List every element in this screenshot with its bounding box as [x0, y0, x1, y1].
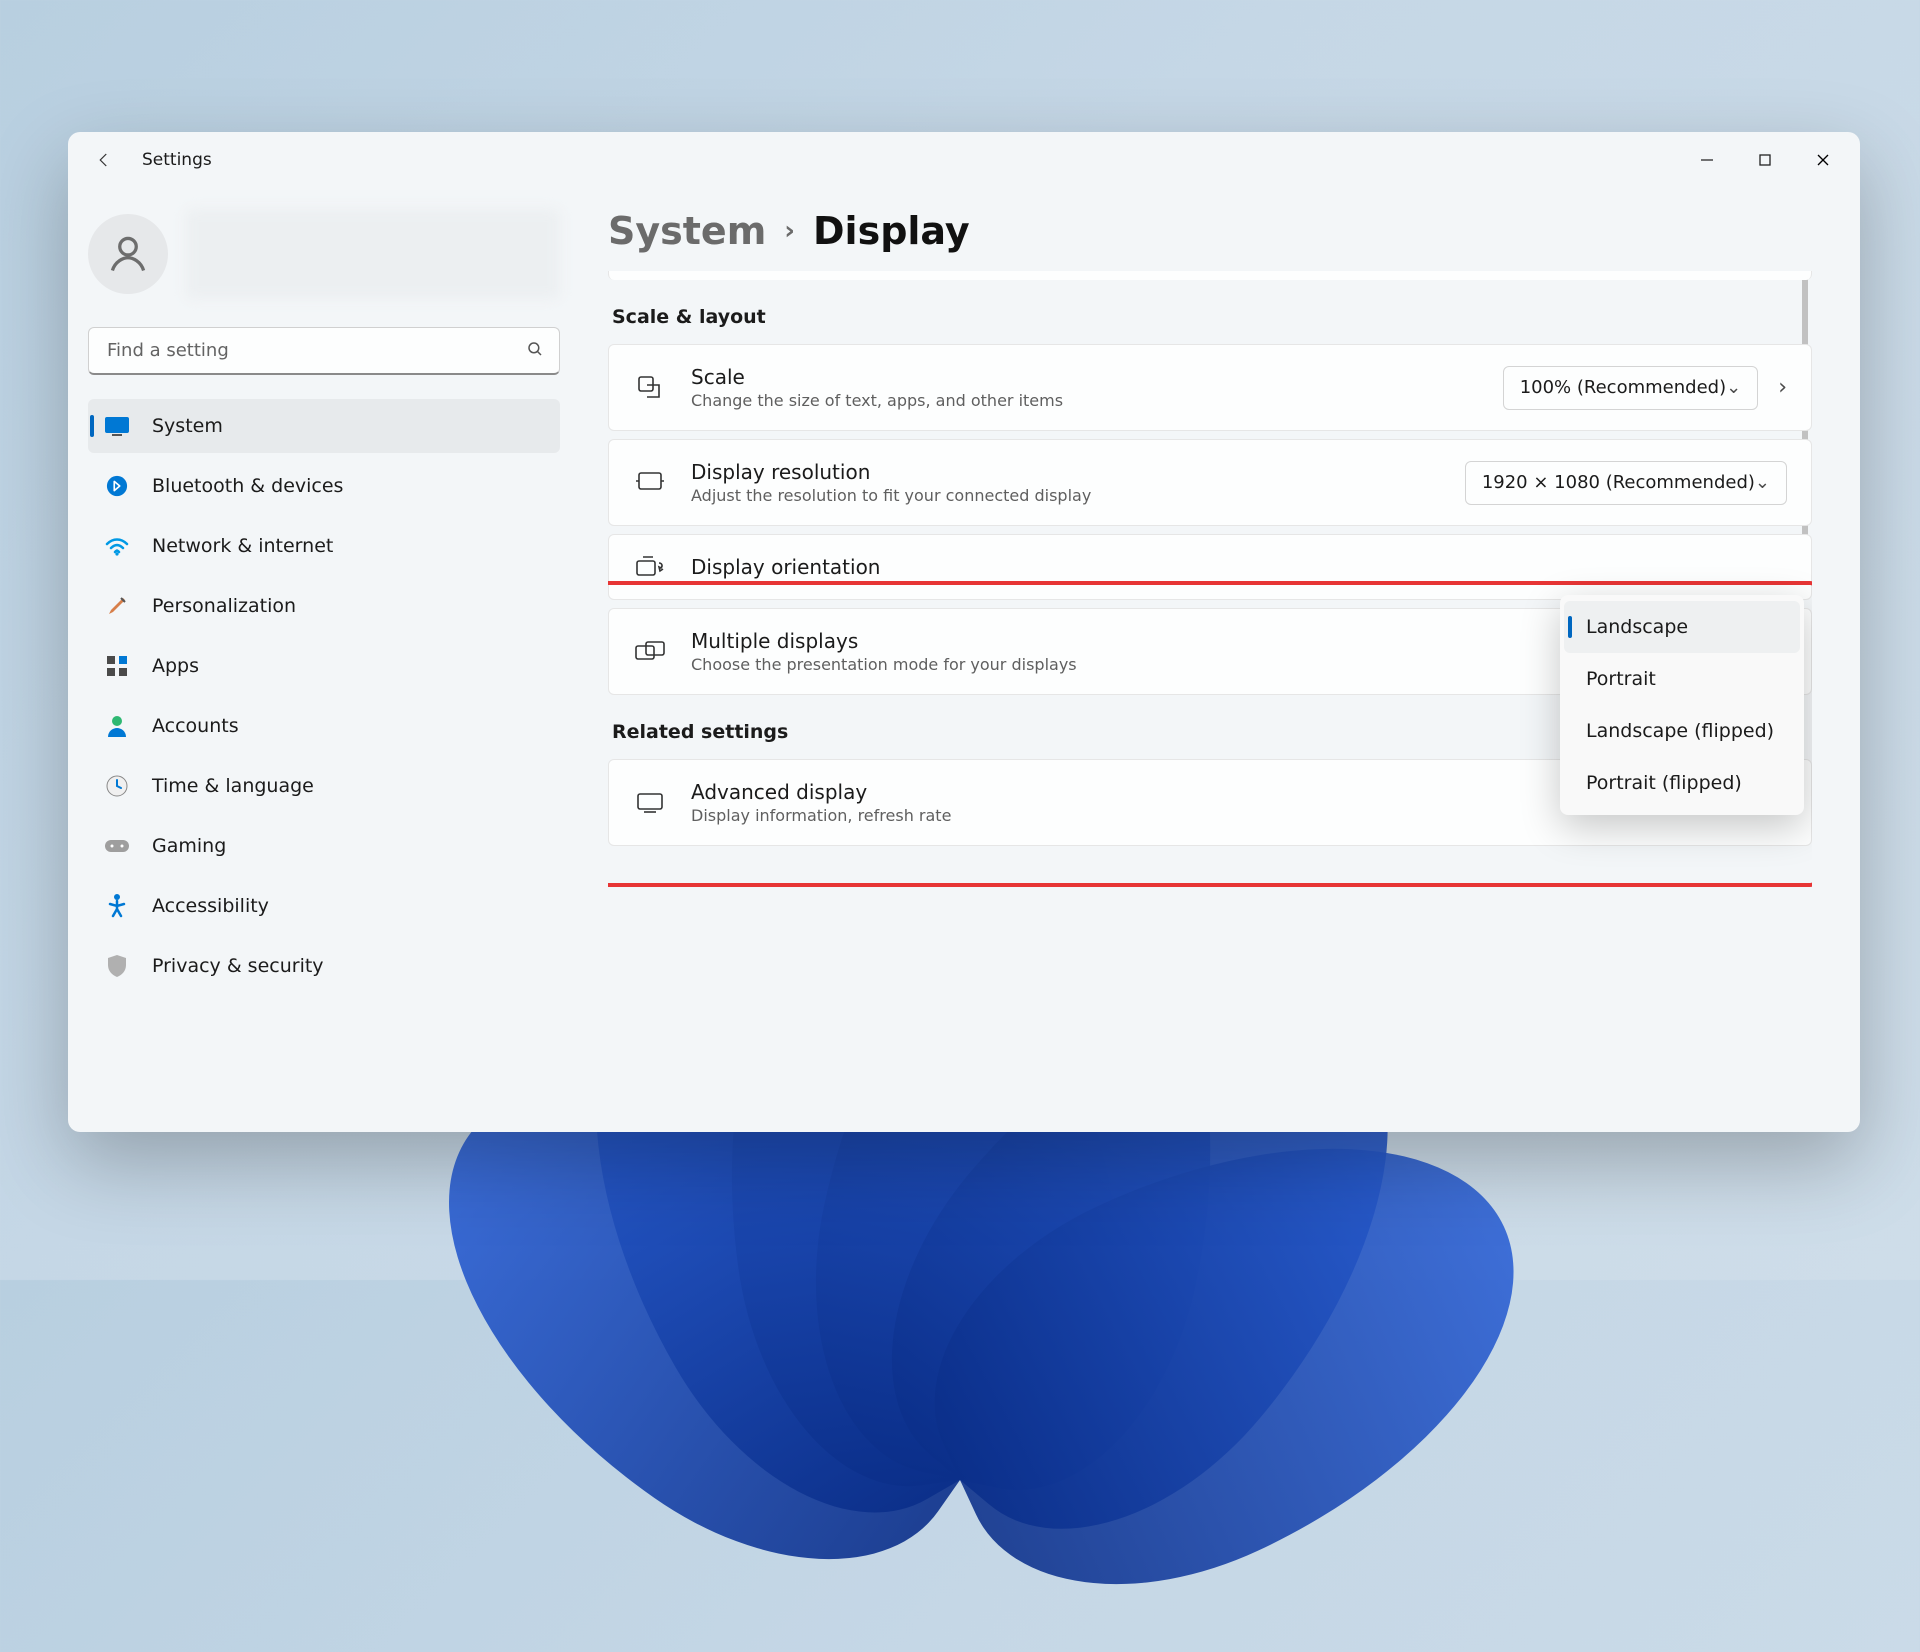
avatar	[88, 214, 168, 294]
orientation-card[interactable]: Display orientation	[608, 534, 1812, 600]
search-box[interactable]	[88, 327, 560, 375]
orientation-dropdown-popup: Landscape Portrait Landscape (flipped) P…	[1560, 595, 1804, 815]
main-content: System › Display More about HDR Scale & …	[576, 187, 1860, 1132]
nav-label: Time & language	[152, 775, 314, 797]
resolution-icon	[633, 471, 667, 495]
nav-label: Accessibility	[152, 895, 269, 917]
nav-label: System	[152, 415, 223, 437]
nav-network[interactable]: Network & internet	[88, 519, 560, 573]
nav-label: Accounts	[152, 715, 239, 737]
titlebar: Settings	[68, 132, 1860, 187]
close-button[interactable]	[1794, 140, 1852, 180]
back-button[interactable]	[84, 140, 124, 180]
breadcrumb: System › Display	[608, 209, 1812, 253]
nav-label: Gaming	[152, 835, 226, 857]
resolution-title: Display resolution	[691, 460, 1441, 484]
nav-privacy[interactable]: Privacy & security	[88, 939, 560, 993]
chevron-right-icon: ›	[1778, 375, 1787, 400]
orientation-option-portrait[interactable]: Portrait	[1564, 653, 1800, 705]
settings-window: Settings	[68, 132, 1860, 1132]
nav-gaming[interactable]: Gaming	[88, 819, 560, 873]
nav-apps[interactable]: Apps	[88, 639, 560, 693]
scale-card[interactable]: Scale Change the size of text, apps, and…	[608, 344, 1812, 431]
wifi-icon	[104, 533, 130, 559]
nav-label: Privacy & security	[152, 955, 324, 977]
orientation-option-landscape[interactable]: Landscape	[1564, 601, 1800, 653]
hdr-card-partial[interactable]: More about HDR	[608, 271, 1812, 280]
profile-name-redacted	[186, 209, 560, 299]
chevron-right-icon: ›	[784, 216, 795, 246]
bluetooth-icon	[104, 473, 130, 499]
apps-icon	[104, 653, 130, 679]
breadcrumb-current: Display	[813, 209, 970, 253]
scale-icon	[633, 374, 667, 402]
gamepad-icon	[104, 833, 130, 859]
multiple-displays-icon	[633, 640, 667, 664]
sidebar: System Bluetooth & devices Network & int…	[68, 187, 576, 1132]
scale-title: Scale	[691, 365, 1479, 389]
nav-label: Bluetooth & devices	[152, 475, 343, 497]
nav-accessibility[interactable]: Accessibility	[88, 879, 560, 933]
window-title: Settings	[142, 150, 212, 170]
monitor-icon	[633, 791, 667, 815]
nav-time-language[interactable]: Time & language	[88, 759, 560, 813]
nav-personalization[interactable]: Personalization	[88, 579, 560, 633]
resolution-sub: Adjust the resolution to fit your connec…	[691, 486, 1441, 505]
nav-accounts[interactable]: Accounts	[88, 699, 560, 753]
orientation-option-portrait-flipped[interactable]: Portrait (flipped)	[1564, 757, 1800, 809]
nav-label: Network & internet	[152, 535, 333, 557]
accounts-icon	[104, 713, 130, 739]
maximize-button[interactable]	[1736, 140, 1794, 180]
search-input[interactable]	[88, 327, 560, 375]
scale-sub: Change the size of text, apps, and other…	[691, 391, 1479, 410]
nav-list: System Bluetooth & devices Network & int…	[88, 399, 560, 993]
orientation-title: Display orientation	[691, 555, 1503, 579]
scale-value: 100% (Recommended)	[1520, 377, 1726, 398]
accessibility-icon	[104, 893, 130, 919]
scale-dropdown[interactable]: 100% (Recommended) ⌄	[1503, 366, 1758, 410]
paintbrush-icon	[104, 593, 130, 619]
nav-label: Personalization	[152, 595, 296, 617]
resolution-value: 1920 × 1080 (Recommended)	[1482, 472, 1755, 493]
clock-globe-icon	[104, 773, 130, 799]
chevron-down-icon: ⌄	[1755, 472, 1770, 493]
system-icon	[104, 413, 130, 439]
orientation-option-landscape-flipped[interactable]: Landscape (flipped)	[1564, 705, 1800, 757]
section-scale-layout: Scale & layout	[612, 306, 1812, 328]
resolution-dropdown[interactable]: 1920 × 1080 (Recommended) ⌄	[1465, 461, 1787, 505]
minimize-button[interactable]	[1678, 140, 1736, 180]
nav-label: Apps	[152, 655, 199, 677]
search-icon	[526, 340, 544, 362]
orientation-icon	[633, 555, 667, 579]
profile-block[interactable]	[88, 209, 560, 299]
nav-system[interactable]: System	[88, 399, 560, 453]
chevron-down-icon: ⌄	[1726, 377, 1741, 398]
breadcrumb-parent[interactable]: System	[608, 209, 766, 253]
nav-bluetooth[interactable]: Bluetooth & devices	[88, 459, 560, 513]
resolution-card[interactable]: Display resolution Adjust the resolution…	[608, 439, 1812, 526]
shield-icon	[104, 953, 130, 979]
